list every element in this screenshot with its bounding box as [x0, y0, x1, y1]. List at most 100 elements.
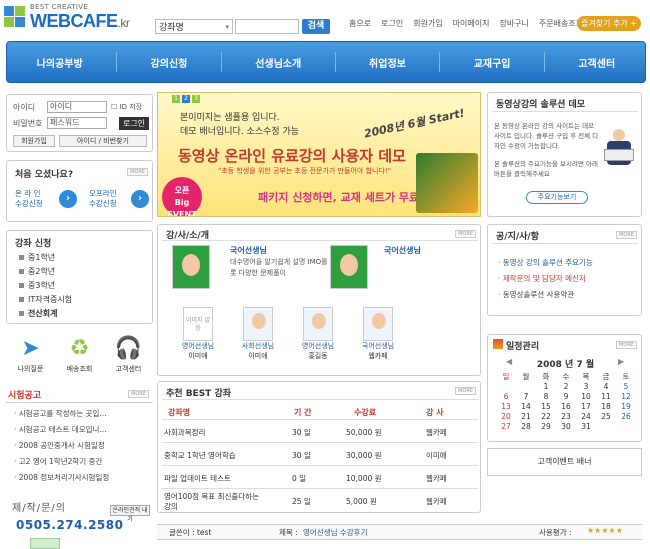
nav-my-study[interactable]: 나의공부방 — [31, 53, 89, 72]
calendar-day[interactable]: 15 — [536, 402, 556, 412]
table-cell[interactable]: 사회과목정리 — [164, 427, 205, 438]
table-cell[interactable]: 파일 업데이트 테스트 — [164, 473, 231, 484]
list-item[interactable]: 시험공고 테스트 데모입니... — [14, 424, 107, 435]
nav-course-apply[interactable]: 강의신청 — [145, 53, 194, 72]
more-button[interactable]: MORE — [616, 231, 637, 239]
calendar-day[interactable]: 28 — [516, 422, 536, 432]
nav-support[interactable]: 고객센터 — [572, 53, 621, 72]
save-id-checkbox[interactable]: ☐ ID 저장 — [111, 102, 142, 112]
course-item[interactable]: 중2학년 — [19, 266, 55, 277]
add-favorite-button[interactable]: 즐겨찾기 추가 + — [577, 16, 641, 31]
banner-tab[interactable]: 1 — [172, 95, 180, 103]
nav-jobs[interactable]: 취업정보 — [363, 53, 412, 72]
arrow-right-icon[interactable]: › — [59, 190, 77, 208]
link-join[interactable]: 회원가입 — [413, 18, 442, 29]
banner-tab[interactable]: 2 — [182, 95, 190, 103]
list-item[interactable]: 시험공고를 작성하는 곳입... — [14, 408, 107, 419]
calendar-day[interactable]: 14 — [516, 402, 536, 412]
offline-apply-link[interactable]: 오프라인 수강신청 — [89, 189, 117, 209]
teacher-card[interactable]: 영어선생님 홍길동 — [296, 307, 340, 361]
site-logo[interactable]: WEBCAFE.kr — [30, 11, 130, 32]
course-item[interactable]: 중3학년 — [19, 280, 55, 291]
notice-item[interactable]: · 동영상솔루션 사용약관 — [498, 289, 574, 300]
more-button[interactable]: MORE — [127, 168, 148, 176]
teacher-card[interactable]: 사회선생님 이미애 — [236, 307, 280, 361]
calendar-day[interactable]: 23 — [556, 412, 576, 422]
more-button[interactable]: MORE — [128, 390, 149, 398]
calendar-day[interactable]: 10 — [576, 392, 596, 402]
list-item[interactable]: 2008 공인중개사 시험일정 — [14, 440, 105, 451]
online-quote-button[interactable]: 온라인견적 내기 — [110, 505, 150, 523]
next-month-icon[interactable]: ▶ — [618, 357, 624, 366]
calendar-day[interactable]: 1 — [536, 382, 556, 392]
calendar-day[interactable]: 26 — [616, 412, 636, 422]
calendar-day[interactable]: 30 — [556, 422, 576, 432]
id-input[interactable]: 아이디 — [47, 101, 107, 113]
find-account-button[interactable]: 아이디 / 비번찾기 — [59, 135, 147, 147]
calendar-day[interactable]: 18 — [596, 402, 616, 412]
calendar-day[interactable]: 4 — [596, 382, 616, 392]
calendar-day[interactable]: 5 — [616, 382, 636, 392]
calendar-day[interactable]: 25 — [596, 412, 616, 422]
course-item[interactable]: IT자격증시험 — [19, 294, 72, 305]
calendar-day[interactable]: 27 — [496, 422, 516, 432]
link-mypage[interactable]: 마이페이지 — [453, 18, 490, 29]
nav-books[interactable]: 교재구입 — [468, 53, 517, 72]
calendar-day[interactable]: 6 — [496, 392, 516, 402]
search-button[interactable]: 검색 — [302, 19, 330, 34]
more-button[interactable]: MORE — [616, 341, 637, 349]
review-subject[interactable]: 영어선생님 수강후기 — [303, 527, 367, 538]
calendar-day[interactable]: 17 — [576, 402, 596, 412]
list-item[interactable]: 고2 영어 1학년2학기 중간 — [14, 456, 103, 467]
calendar-day[interactable]: 19 — [616, 402, 636, 412]
calendar-day[interactable]: 24 — [576, 412, 596, 422]
calendar-day[interactable]: 7 — [516, 392, 536, 402]
link-home[interactable]: 홈으로 — [349, 18, 371, 29]
teacher-photo[interactable] — [330, 245, 368, 289]
more-button[interactable]: MORE — [455, 387, 476, 395]
search-input[interactable] — [235, 19, 299, 34]
teacher-photo[interactable] — [172, 245, 210, 289]
online-apply-link[interactable]: 온 라 인 수강신청 — [15, 189, 43, 209]
table-cell[interactable]: 영어100점 목표 최신출다하는 강의 — [164, 492, 264, 512]
review-row[interactable]: 글쓴이 : test 제목 : 영어선생님 수강후기 사용평가 : ★★★★★ — [157, 524, 642, 540]
search-category-select[interactable]: 강좌명 ▾ — [155, 19, 233, 34]
nav-teachers[interactable]: 선생님소개 — [249, 53, 307, 72]
login-button[interactable]: 로그인 — [119, 117, 149, 130]
notice-item[interactable]: · 제작문의 및 담당자 메신저 — [498, 273, 586, 284]
course-item[interactable]: 중1학년 — [19, 252, 55, 263]
my-question-link[interactable]: ➤ 나의질문 — [8, 334, 53, 384]
arrow-right-icon[interactable]: › — [131, 190, 149, 208]
calendar-day[interactable]: 31 — [576, 422, 596, 432]
teacher-name[interactable]: 국어선생님 — [384, 245, 421, 256]
table-cell[interactable]: 중학교 1학년 영어학습 — [164, 450, 236, 461]
join-button[interactable]: 회원가입 — [13, 135, 55, 147]
more-button[interactable]: MORE — [455, 230, 476, 238]
calendar-day[interactable]: 2 — [556, 382, 576, 392]
calendar-day[interactable]: 9 — [556, 392, 576, 402]
calendar-day[interactable]: 22 — [536, 412, 556, 422]
teacher-name[interactable]: 국어선생님 — [230, 245, 267, 256]
banner-tab[interactable]: 3 — [192, 95, 200, 103]
calendar-day[interactable]: 20 — [496, 412, 516, 422]
calendar-day[interactable]: 29 — [536, 422, 556, 432]
prev-month-icon[interactable]: ◀ — [506, 357, 512, 366]
main-banner[interactable]: 1 2 3 본이미지는 샘플용 입니다. 데모 배너입니다. 소스수정 가능 2… — [157, 92, 481, 217]
calendar-day[interactable]: 11 — [596, 392, 616, 402]
calendar-day[interactable]: 8 — [536, 392, 556, 402]
teacher-card[interactable]: 이미지 없음 영어선생님 이미애 — [176, 307, 220, 361]
link-login[interactable]: 로그인 — [381, 18, 403, 29]
delivery-link[interactable]: ♻ 배송조회 — [57, 334, 102, 384]
notice-item[interactable]: · 동영상 강의 솔루션 주요기능 — [498, 257, 593, 268]
password-input[interactable]: 패스워드 — [47, 117, 107, 129]
calendar-day[interactable]: 13 — [496, 402, 516, 412]
calendar-day[interactable]: 21 — [516, 412, 536, 422]
link-cart[interactable]: 장바구니 — [499, 18, 528, 29]
calendar-day[interactable]: 12 — [616, 392, 636, 402]
calendar-day[interactable]: 16 — [556, 402, 576, 412]
list-item[interactable]: 2008 정보처리기사시험일정 — [14, 472, 109, 483]
support-link[interactable]: 🎧 고객센터 — [106, 334, 151, 384]
customer-event-banner[interactable]: 고객이벤트 배너 — [487, 448, 642, 476]
course-item[interactable]: 전산회계 — [19, 308, 57, 319]
calendar-day[interactable]: 3 — [576, 382, 596, 392]
